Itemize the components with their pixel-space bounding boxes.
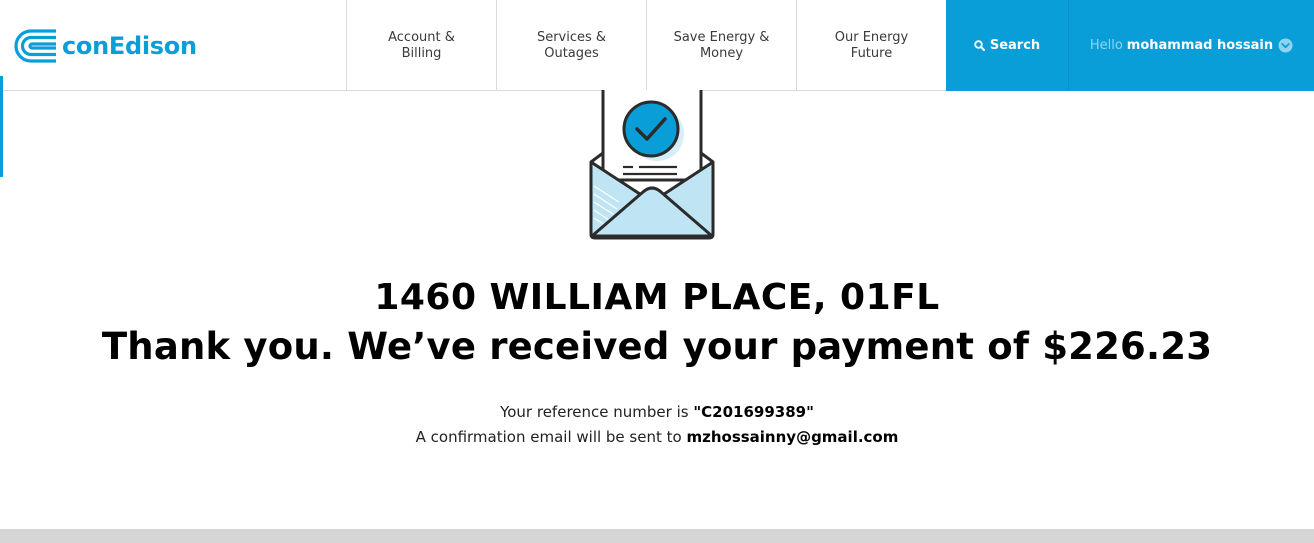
footer-bar — [0, 529, 1314, 543]
user-name: mohammad hossain — [1126, 38, 1274, 53]
search-icon — [974, 40, 985, 51]
user-menu[interactable]: Hello mohammad hossain — [1068, 0, 1314, 91]
chevron-down-icon[interactable] — [1278, 38, 1293, 53]
side-accent-bar — [0, 76, 3, 177]
reference-prefix: Your reference number is — [500, 403, 694, 421]
nav-services-outages[interactable]: Services & Outages — [496, 0, 646, 91]
envelope-checkmark-icon — [585, 90, 719, 246]
brand-name: conEdison — [62, 32, 197, 60]
conedison-logo-icon — [14, 29, 56, 63]
nav-save-energy[interactable]: Save Energy & Money — [646, 0, 796, 91]
reference-line: Your reference number is "C201699389" — [0, 400, 1314, 424]
conedison-logo[interactable]: conEdison — [12, 27, 197, 65]
confirmation-email: mzhossainny@gmail.com — [686, 428, 899, 446]
payment-confirmation-title: Thank you. We’ve received your payment o… — [101, 325, 1213, 368]
user-greeting: Hello — [1089, 38, 1123, 53]
nav-account-billing[interactable]: Account & Billing — [346, 0, 496, 91]
site-header: conEdison Account & Billing Services & O… — [0, 0, 1314, 91]
main-nav: Account & Billing Services & Outages Sav… — [346, 0, 946, 91]
search-button[interactable]: Search — [946, 0, 1068, 91]
search-label: Search — [989, 38, 1041, 53]
reference-number: "C201699389" — [693, 403, 814, 421]
service-address: 1460 WILLIAM PLACE, 01FL — [374, 277, 940, 318]
nav-our-energy-future[interactable]: Our Energy Future — [796, 0, 946, 91]
email-prefix: A confirmation email will be sent to — [415, 428, 687, 446]
email-line: A confirmation email will be sent to mzh… — [0, 425, 1314, 449]
